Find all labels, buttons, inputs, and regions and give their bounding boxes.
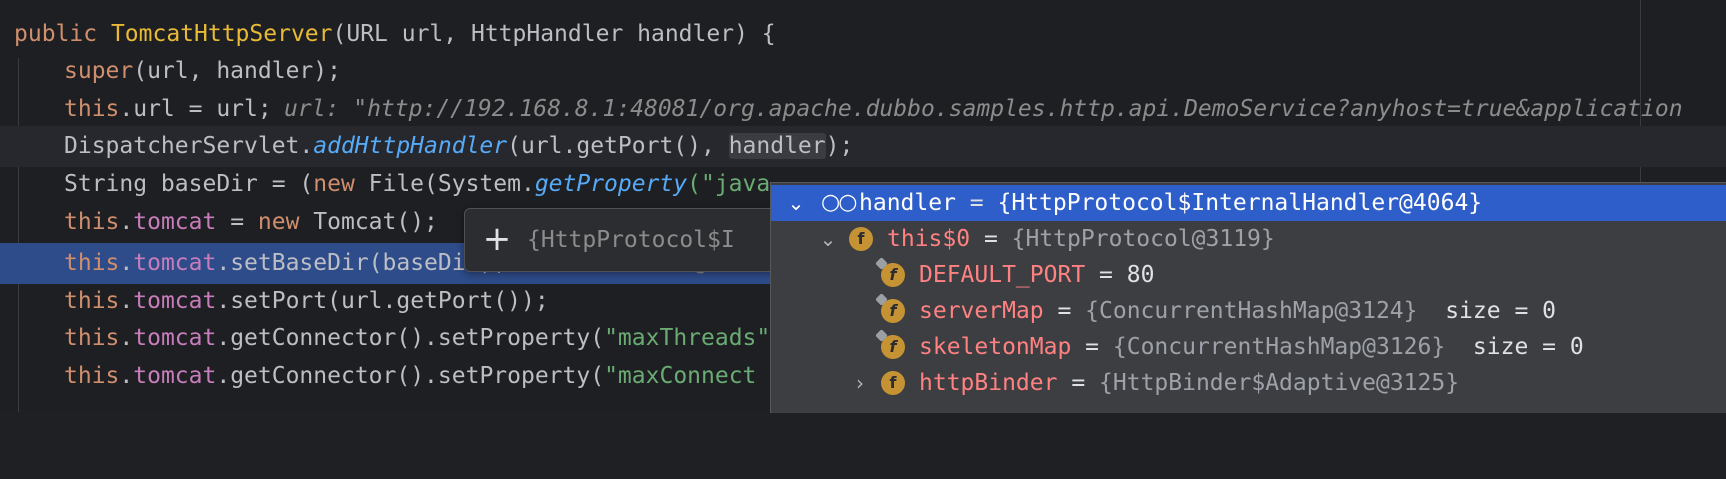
code-token: .getConnector().setProperty( — [216, 363, 605, 389]
code-token: (url.getPort(), — [507, 133, 729, 159]
collection-size: size = 0 — [1417, 298, 1556, 324]
variable-name: serverMap — [919, 298, 1044, 324]
static-field-icon: f — [881, 263, 905, 287]
variable-value: 80 — [1126, 262, 1155, 288]
variable-name: DEFAULT_PORT — [919, 262, 1086, 288]
code-token: . — [119, 250, 134, 276]
quick-evaluate-chip[interactable]: + {HttpProtocol$I — [464, 208, 786, 272]
variable-value: {ConcurrentHashMap@3126} — [1112, 334, 1446, 360]
code-token: DispatcherServlet. — [64, 133, 314, 159]
collection-size: size = 0 — [1445, 334, 1584, 360]
tree-row-http-binder[interactable]: › f httpBinder = {HttpBinder$Adaptive@31… — [771, 365, 1726, 401]
code-token: addHttpHandler — [313, 133, 508, 159]
equals-sign: = — [970, 226, 1012, 252]
field-icon: f — [881, 371, 905, 395]
code-token: ("java — [687, 171, 771, 197]
variable-value: {HttpProtocol$InternalHandler@4064} — [997, 190, 1483, 216]
collapse-arrow-icon[interactable]: ⌄ — [817, 221, 839, 257]
code-token: . — [119, 288, 134, 314]
equals-sign: = — [1043, 298, 1086, 324]
tree-row-server-map[interactable]: f serverMap = {ConcurrentHashMap@3124} s… — [771, 293, 1726, 329]
code-token: this — [64, 325, 120, 351]
debugger-value-popup[interactable]: ⌄ ○○ handler = {HttpProtocol$InternalHan… — [770, 182, 1726, 413]
code-token: (url, handler); — [133, 58, 341, 84]
code-token: this — [64, 250, 120, 276]
watch-glasses-icon: ○○ — [821, 190, 857, 215]
code-token: public — [14, 21, 111, 47]
code-token: new — [313, 171, 369, 197]
equals-sign: = — [1071, 334, 1113, 360]
hovered-variable[interactable]: handler — [728, 133, 826, 159]
code-token: .url = url; — [119, 96, 272, 122]
code-token: tomcat — [133, 325, 217, 351]
code-token: String baseDir = ( — [64, 171, 314, 197]
code-token: Tomcat(); — [313, 209, 438, 235]
variable-value: {ConcurrentHashMap@3124} — [1085, 298, 1418, 324]
code-line-1[interactable]: public TomcatHttpServer(URL url, HttpHan… — [0, 14, 1726, 55]
variable-name: this$0 — [887, 226, 971, 252]
tree-row-handler[interactable]: ⌄ ○○ handler = {HttpProtocol$InternalHan… — [771, 185, 1726, 221]
code-token: (URL url, HttpHandler handler) { — [332, 21, 776, 47]
code-token: "maxThreads" — [604, 325, 771, 351]
code-token: super — [64, 58, 134, 84]
static-field-icon: f — [881, 299, 905, 323]
expand-arrow-icon[interactable]: › — [849, 365, 871, 401]
code-token: .getConnector().setProperty( — [216, 325, 605, 351]
code-token: tomcat — [133, 250, 217, 276]
code-token: TomcatHttpServer — [110, 21, 333, 47]
field-icon: f — [849, 227, 873, 251]
tree-row-skeleton-map[interactable]: f skeletonMap = {ConcurrentHashMap@3126}… — [771, 329, 1726, 365]
variable-value: {HttpBinder$Adaptive@3125} — [1099, 370, 1460, 396]
code-token: . — [119, 209, 134, 235]
code-token: this — [64, 96, 120, 122]
code-token: this — [64, 363, 120, 389]
code-token: .setPort(url.getPort()); — [216, 288, 549, 314]
variable-name: handler — [859, 190, 956, 216]
equals-sign: = — [1085, 262, 1127, 288]
inline-value-hint: url: "http://192.168.8.1:48081/org.apach… — [284, 96, 1683, 122]
code-token: tomcat — [133, 209, 217, 235]
code-token: tomcat — [133, 288, 217, 314]
code-line-2[interactable]: super(url, handler); — [0, 51, 1726, 92]
variable-name: skeletonMap — [919, 334, 1072, 360]
code-token: tomcat — [133, 363, 217, 389]
equals-sign: = — [955, 190, 998, 216]
static-field-icon: f — [881, 335, 905, 359]
code-line-3[interactable]: this.url = url; url: "http://192.168.8.1… — [0, 89, 1726, 130]
quick-evaluate-text: {HttpProtocol$I — [527, 227, 735, 253]
code-token: getProperty — [534, 171, 688, 197]
code-token: = — [216, 209, 258, 235]
code-token: . — [119, 325, 134, 351]
collapse-arrow-icon[interactable]: ⌄ — [785, 185, 807, 221]
code-token: . — [119, 363, 134, 389]
equals-sign: = — [1057, 370, 1100, 396]
code-token: File(System. — [368, 171, 535, 197]
code-token: ); — [825, 133, 854, 159]
tree-row-default-port[interactable]: f DEFAULT_PORT = 80 — [771, 257, 1726, 293]
variable-name: httpBinder — [919, 370, 1058, 396]
tree-row-this0[interactable]: ⌄ f this$0 = {HttpProtocol@3119} — [771, 221, 1726, 257]
code-token: this — [64, 209, 120, 235]
code-token: this — [64, 288, 120, 314]
code-token: new — [257, 209, 314, 235]
variable-value: {HttpProtocol@3119} — [1011, 226, 1275, 252]
code-line-4[interactable]: DispatcherServlet.addHttpHandler(url.get… — [0, 126, 1726, 167]
add-to-watches-button[interactable]: + — [477, 219, 517, 259]
code-token: "maxConnect — [604, 363, 757, 389]
